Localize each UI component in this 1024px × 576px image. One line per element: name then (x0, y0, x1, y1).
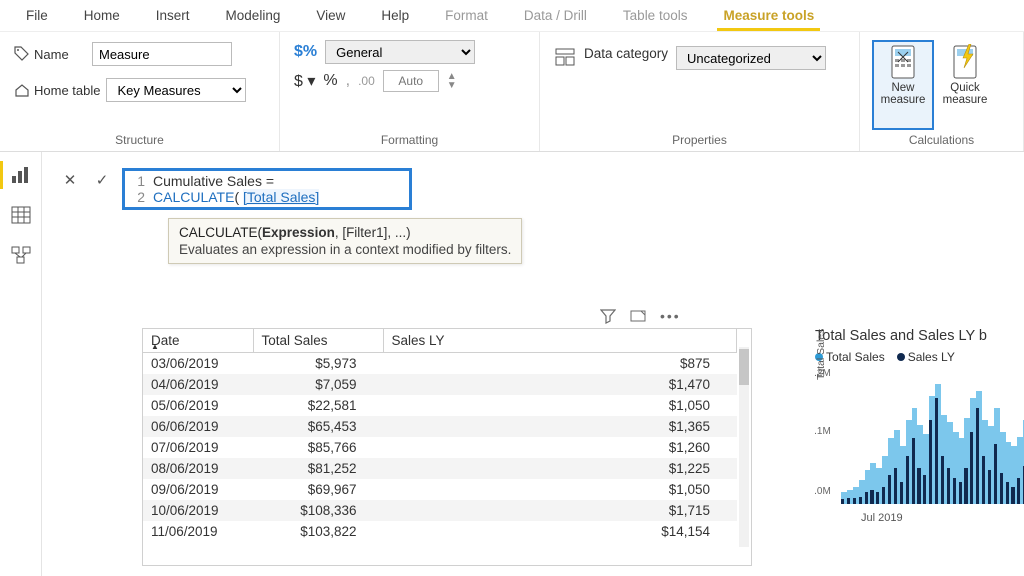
data-category-icon (554, 46, 576, 68)
name-label: Name (14, 46, 86, 62)
model-view-button[interactable] (8, 244, 34, 266)
table-row[interactable]: 11/06/2019$103,822$14,154 (143, 521, 737, 542)
measure-name-input[interactable] (92, 42, 232, 66)
properties-group-title: Properties (554, 133, 845, 147)
formula-text: Cumulative Sales = (153, 173, 274, 189)
calculator-icon (887, 44, 919, 80)
structure-group-title: Structure (14, 133, 265, 147)
menu-help[interactable]: Help (363, 1, 427, 30)
menu-data-drill[interactable]: Data / Drill (506, 1, 605, 30)
report-view-button[interactable] (8, 164, 34, 186)
y-tick: $0.1M (815, 426, 831, 437)
currency-button[interactable]: $ ▾ (294, 71, 315, 91)
menu-modeling[interactable]: Modeling (208, 1, 299, 30)
menu-insert[interactable]: Insert (138, 1, 208, 30)
chart-visual[interactable]: Total Sales and Sales LY b Total Sales S… (815, 328, 1024, 558)
calculator-lightning-icon (949, 44, 981, 80)
table-row[interactable]: 09/06/2019$69,967$1,050 (143, 479, 737, 500)
sort-asc-icon: ▲ (151, 342, 159, 351)
home-table-label: Home table (14, 82, 100, 98)
new-measure-button[interactable]: New measure (874, 42, 932, 128)
col-header-sales-ly[interactable]: Sales LY (383, 329, 737, 353)
line-number: 1 (129, 173, 145, 189)
table-row[interactable]: 10/06/2019$108,336$1,715 (143, 500, 737, 521)
chart-title: Total Sales and Sales LY b (815, 328, 1024, 344)
stepper-icon[interactable]: ▲▼ (447, 72, 457, 90)
table-row[interactable]: 04/06/2019$7,059$1,470 (143, 374, 737, 395)
filter-icon[interactable] (600, 308, 616, 324)
visual-header: ••• (600, 308, 681, 324)
formatting-group-title: Formatting (294, 133, 525, 147)
table-row[interactable]: 03/06/2019$5,973$875 (143, 353, 737, 375)
focus-mode-icon[interactable] (630, 308, 646, 324)
percent-button[interactable]: % (323, 72, 337, 90)
quick-measure-button[interactable]: Quick measure (936, 42, 994, 128)
table-visual[interactable]: Date▲ Total Sales Sales LY 03/06/2019$5,… (142, 328, 752, 566)
more-options-icon[interactable]: ••• (660, 308, 681, 324)
legend-dot-icon (897, 353, 905, 361)
intellisense-tooltip: CALCULATE(Expression, [Filter1], ...) Ev… (168, 218, 522, 264)
table-row[interactable]: 07/06/2019$85,766$1,260 (143, 437, 737, 458)
menu-measure-tools[interactable]: Measure tools (705, 1, 832, 30)
home-table-select[interactable]: Key Measures (106, 78, 246, 102)
decimal-button[interactable]: .00 (358, 74, 375, 88)
y-tick: $0.0M (815, 486, 831, 497)
data-view-button[interactable] (8, 204, 34, 226)
menu-home[interactable]: Home (66, 1, 138, 30)
line-number: 2 (129, 189, 145, 205)
formula-editor[interactable]: 1 Cumulative Sales = 2 CALCULATE( [Total… (122, 168, 412, 210)
comma-button[interactable]: , (346, 72, 350, 90)
chart-legend: Total Sales Sales LY (815, 350, 1024, 364)
menu-table-tools[interactable]: Table tools (605, 1, 706, 30)
formula-text: CALCULATE( [Total Sales] (153, 189, 319, 205)
format-paint-icon: $% (294, 43, 317, 61)
table-scrollbar[interactable] (739, 347, 749, 547)
menu-view[interactable]: View (298, 1, 363, 30)
format-select[interactable]: General (325, 40, 475, 64)
table-row[interactable]: 05/06/2019$22,581$1,050 (143, 395, 737, 416)
data-category-label: Data category (584, 46, 668, 61)
decimal-places-input[interactable] (383, 70, 439, 92)
data-category-select[interactable]: Uncategorized (676, 46, 826, 70)
menu-bar: File Home Insert Modeling View Help Form… (0, 0, 1024, 32)
tag-icon (14, 46, 30, 62)
table-row[interactable]: 06/06/2019$65,453$1,365 (143, 416, 737, 437)
y-tick: $0.2M (815, 368, 831, 379)
view-switcher (0, 152, 42, 576)
ribbon: Name Home table Key Measures Structure (0, 32, 1024, 152)
commit-formula-button[interactable]: ✓ (90, 168, 114, 192)
cancel-formula-button[interactable]: ✕ (58, 168, 82, 192)
home-icon (14, 82, 30, 98)
calculations-group-title: Calculations (874, 133, 1009, 147)
menu-format[interactable]: Format (427, 1, 506, 30)
table-row[interactable]: 08/06/2019$81,252$1,225 (143, 458, 737, 479)
col-header-total-sales[interactable]: Total Sales (253, 329, 383, 353)
formula-bar: ✕ ✓ 1 Cumulative Sales = 2 CALCULATE( [T… (58, 168, 412, 210)
menu-file[interactable]: File (8, 1, 66, 30)
col-header-date[interactable]: Date▲ (143, 329, 253, 353)
x-axis-label: Jul 2019 (861, 512, 903, 524)
